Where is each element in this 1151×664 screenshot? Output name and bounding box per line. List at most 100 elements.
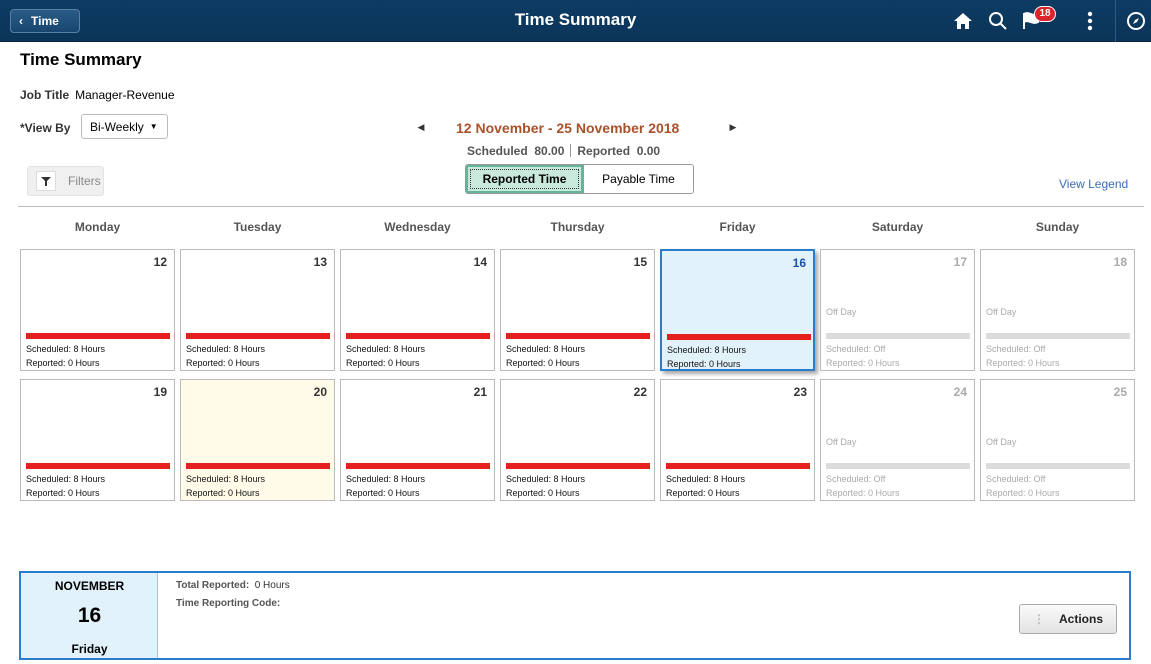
scheduled-hours-bar	[186, 333, 330, 339]
reported-text: Reported: 0 Hours	[506, 358, 580, 368]
off-day-label: Off Day	[826, 307, 857, 317]
reported-text: Reported: 0 Hours	[826, 358, 900, 368]
total-reported: Total Reported: 0 Hours	[176, 580, 290, 591]
calendar-day-cell[interactable]: 25 Off Day Scheduled: Off Reported: 0 Hours	[980, 379, 1135, 501]
reported-text: Reported: 0 Hours	[986, 488, 1060, 498]
off-day-bar	[826, 333, 970, 339]
calendar-day-cell[interactable]: 21 Scheduled: 8 Hours Reported: 0 Hours	[340, 379, 495, 501]
scheduled-label: Scheduled	[467, 144, 528, 158]
notification-count-badge: 18	[1034, 6, 1056, 22]
reported-text: Reported: 0 Hours	[26, 488, 100, 498]
calendar-day-cell[interactable]: 15 Scheduled: 8 Hours Reported: 0 Hours	[500, 249, 655, 371]
scheduled-hours-bar	[346, 463, 490, 469]
calendar-day-cell[interactable]: 19 Scheduled: 8 Hours Reported: 0 Hours	[20, 379, 175, 501]
scheduled-hours-bar	[346, 333, 490, 339]
day-number: 17	[953, 255, 967, 269]
reported-text: Reported: 0 Hours	[186, 358, 260, 368]
scheduled-text: Scheduled: Off	[986, 474, 1046, 484]
calendar-day-cell[interactable]: 13 Scheduled: 8 Hours Reported: 0 Hours	[180, 249, 335, 371]
weekday-header-tuesday: Tuesday	[233, 220, 282, 234]
scheduled-text: Scheduled: 8 Hours	[26, 344, 106, 354]
reported-text: Reported: 0 Hours	[186, 488, 260, 498]
calendar-day-cell[interactable]: 24 Off Day Scheduled: Off Reported: 0 Hours	[820, 379, 975, 501]
weekday-header-friday: Friday	[719, 220, 756, 234]
selected-month: NOVEMBER	[54, 579, 125, 593]
reported-text: Reported: 0 Hours	[826, 488, 900, 498]
scheduled-hours-bar	[667, 334, 811, 340]
divider	[18, 206, 1144, 207]
top-banner: ‹ Time Time Summary 18	[0, 0, 1151, 42]
calendar-day-cell[interactable]: 22 Scheduled: 8 Hours Reported: 0 Hours	[500, 379, 655, 501]
scheduled-text: Scheduled: 8 Hours	[346, 474, 426, 484]
weekday-header-saturday: Saturday	[871, 220, 924, 234]
calendar-day-cell[interactable]: 12 Scheduled: 8 Hours Reported: 0 Hours	[20, 249, 175, 371]
filters-button[interactable]: Filters	[27, 166, 104, 196]
calendar-day-cell[interactable]: 23 Scheduled: 8 Hours Reported: 0 Hours	[660, 379, 815, 501]
notifications-icon[interactable]: 18	[1022, 6, 1060, 34]
day-number: 14	[473, 255, 487, 269]
scheduled-value: 80.00	[534, 144, 565, 158]
banner-divider	[1115, 0, 1116, 42]
chevron-left-icon: ‹	[19, 14, 23, 28]
scheduled-text: Scheduled: Off	[986, 344, 1046, 354]
reported-text: Reported: 0 Hours	[666, 488, 740, 498]
scheduled-text: Scheduled: 8 Hours	[346, 344, 426, 354]
previous-period-arrow-icon[interactable]: ◀	[414, 122, 428, 136]
total-reported-label: Total Reported:	[176, 580, 250, 591]
job-title-value: Manager-Revenue	[75, 88, 175, 102]
reported-text: Reported: 0 Hours	[346, 488, 420, 498]
calendar-day-cell[interactable]: 17 Off Day Scheduled: Off Reported: 0 Hours	[820, 249, 975, 371]
dropdown-caret-icon: ▼	[149, 122, 158, 131]
scheduled-text: Scheduled: 8 Hours	[26, 474, 106, 484]
off-day-bar	[986, 333, 1130, 339]
scheduled-text: Scheduled: Off	[826, 474, 886, 484]
weekday-header-wednesday: Wednesday	[384, 220, 451, 234]
view-by-value: Bi-Weekly	[90, 119, 144, 134]
off-day-label: Off Day	[986, 437, 1017, 447]
calendar-day-cell[interactable]: 20 Scheduled: 8 Hours Reported: 0 Hours	[180, 379, 335, 501]
scheduled-hours-bar	[506, 333, 650, 339]
back-button[interactable]: ‹ Time	[10, 9, 80, 33]
calendar-day-cell[interactable]: 16 Scheduled: 8 Hours Reported: 0 Hours	[660, 249, 815, 371]
scheduled-text: Scheduled: 8 Hours	[186, 344, 266, 354]
reported-text: Reported: 0 Hours	[667, 359, 741, 369]
off-day-label: Off Day	[826, 437, 857, 447]
calendar-day-cell[interactable]: 18 Off Day Scheduled: Off Reported: 0 Hours	[980, 249, 1135, 371]
search-icon[interactable]	[985, 8, 1011, 34]
day-number: 18	[1113, 255, 1127, 269]
selected-day: 16	[77, 604, 102, 627]
actions-button[interactable]: ⋮ Actions	[1019, 604, 1117, 634]
scheduled-text: Scheduled: 8 Hours	[666, 474, 746, 484]
day-number: 16	[792, 256, 806, 270]
scheduled-hours-bar	[666, 463, 810, 469]
scheduled-hours-bar	[186, 463, 330, 469]
filters-label: Filters	[68, 174, 101, 188]
day-number: 13	[313, 255, 327, 269]
payable-time-tab[interactable]: Payable Time	[583, 165, 693, 193]
day-number: 22	[633, 385, 647, 399]
scheduled-hours-bar	[506, 463, 650, 469]
view-by-select[interactable]: Bi-Weekly ▼	[81, 114, 168, 139]
day-number: 25	[1113, 385, 1127, 399]
reported-value: 0.00	[636, 144, 661, 158]
next-period-arrow-icon[interactable]: ▶	[726, 122, 740, 136]
reported-text: Reported: 0 Hours	[346, 358, 420, 368]
more-options-icon[interactable]	[1082, 8, 1098, 34]
day-number: 19	[153, 385, 167, 399]
home-icon[interactable]	[950, 8, 976, 34]
drag-handle-icon: ⋮	[1032, 612, 1045, 626]
view-legend-link[interactable]: View Legend	[1059, 177, 1128, 191]
page-title: Time Summary	[20, 50, 142, 69]
total-reported-value: 0 Hours	[254, 580, 290, 591]
scheduled-hours-bar	[26, 333, 170, 339]
off-day-label: Off Day	[986, 307, 1017, 317]
calendar-day-cell[interactable]: 14 Scheduled: 8 Hours Reported: 0 Hours	[340, 249, 495, 371]
selected-date-block: NOVEMBER 16 Friday	[21, 573, 158, 658]
reported-label: Reported	[577, 144, 631, 158]
time-reporting-code-label: Time Reporting Code:	[176, 598, 281, 609]
reported-time-tab[interactable]: Reported Time	[466, 165, 583, 193]
navbar-compass-icon[interactable]	[1124, 8, 1148, 34]
reported-text: Reported: 0 Hours	[26, 358, 100, 368]
weekday-header-thursday: Thursday	[550, 220, 605, 234]
reported-text: Reported: 0 Hours	[986, 358, 1060, 368]
